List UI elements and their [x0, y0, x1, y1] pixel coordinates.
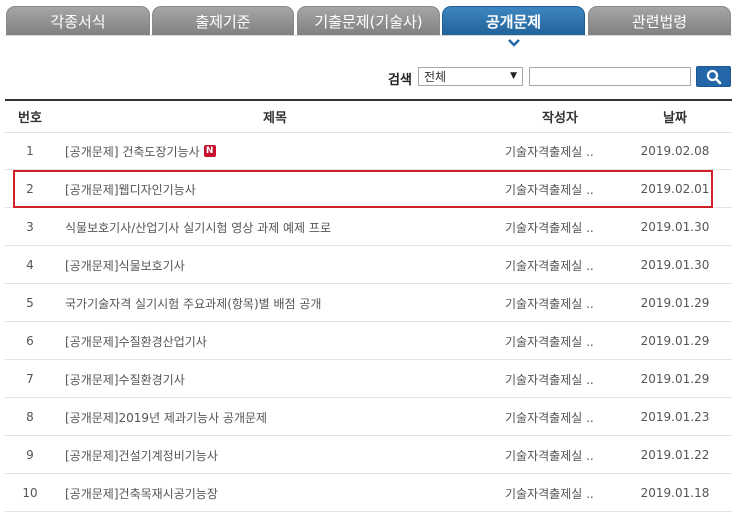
row-date: 2019.01.29 [640, 372, 710, 386]
tab-public-questions[interactable]: 공개문제 [442, 6, 585, 35]
row-date: 2019.02.08 [640, 144, 710, 158]
row-title-link[interactable]: 식물보호기사/산업기사 실기시험 영상 과제 예제 프로 [65, 209, 485, 245]
row-author: 기술자격출제실 .. [505, 258, 594, 273]
row-author: 기술자격출제실 .. [505, 334, 594, 349]
row-title-link[interactable]: [공개문제]수질환경산업기사 [65, 323, 485, 359]
row-num: 9 [26, 448, 34, 462]
table-row: 10 [공개문제]건축목재시공기능장 기술자격출제실 .. 2019.01.18 [5, 475, 732, 512]
row-title-link[interactable]: [공개문제]2019년 제과기능사 공개문제 [65, 399, 485, 435]
row-num: 6 [26, 334, 34, 348]
tab-forms[interactable]: 각종서식 [6, 6, 150, 35]
row-title: [공개문제]수질환경산업기사 [65, 334, 207, 349]
row-date: 2019.01.30 [640, 258, 710, 272]
tab-past-exams[interactable]: 기출문제(기술사) [297, 6, 440, 35]
row-title: [공개문제]2019년 제과기능사 공개문제 [65, 410, 268, 425]
row-title-link[interactable]: [공개문제]건축목재시공기능장 [65, 475, 485, 511]
row-title-link[interactable]: [공개문제]수질환경기사 [65, 361, 485, 397]
tab-label: 출제기준 [195, 12, 251, 31]
row-author: 기술자격출제실 .. [505, 410, 594, 425]
table-row: 1 [공개문제] 건축도장기능사 N 기술자격출제실 .. 2019.02.08 [5, 133, 732, 170]
row-title: [공개문제] 건축도장기능사 [65, 144, 200, 159]
tab-label: 관련법령 [631, 12, 688, 31]
row-title-link[interactable]: [공개문제]웹디자인기능사 [65, 171, 485, 207]
table-row: 9 [공개문제]건설기계정비기능사 기술자격출제실 .. 2019.01.22 [5, 437, 732, 474]
select-value: 전체 [424, 70, 447, 84]
header-date: 날짜 [663, 111, 687, 126]
search-label: 검색 [388, 73, 412, 88]
table-row: 6 [공개문제]수질환경산업기사 기술자격출제실 .. 2019.01.29 [5, 323, 732, 360]
row-title-link[interactable]: 국가기술자격 실기시험 주요과제(항목)별 배점 공개 [65, 285, 485, 321]
row-title-link[interactable]: [공개문제]건설기계정비기능사 [65, 437, 485, 473]
row-author: 기술자격출제실 .. [505, 220, 594, 235]
row-date: 2019.01.30 [640, 220, 710, 234]
row-author: 기술자격출제실 .. [505, 486, 594, 501]
table-row: 7 [공개문제]수질환경기사 기술자격출제실 .. 2019.01.29 [5, 361, 732, 398]
row-num: 10 [22, 486, 38, 500]
row-date: 2019.01.29 [640, 334, 710, 348]
row-num: 2 [26, 182, 34, 196]
dropdown-arrow-icon: ▼ [510, 71, 517, 81]
tab-related-laws[interactable]: 관련법령 [588, 6, 731, 35]
tab-bar: 각종서식 출제기준 기출문제(기술사) 공개문제 관련법령 [0, 6, 739, 35]
table-header: 번호 제목 작성자 날짜 [5, 101, 732, 133]
row-title: [공개문제]수질환경기사 [65, 372, 185, 387]
search-input[interactable] [529, 67, 691, 86]
row-date: 2019.01.22 [640, 448, 710, 462]
table-row: 8 [공개문제]2019년 제과기능사 공개문제 기술자격출제실 .. 2019… [5, 399, 732, 436]
row-author: 기술자격출제실 .. [505, 448, 594, 463]
table-row: 3 식물보호기사/산업기사 실기시험 영상 과제 예제 프로 기술자격출제실 .… [5, 209, 732, 246]
row-author: 기술자격출제실 .. [505, 372, 594, 387]
row-title: [공개문제]웹디자인기능사 [65, 182, 196, 197]
chevron-down-icon [508, 39, 520, 47]
row-num: 5 [26, 296, 34, 310]
tab-label: 공개문제 [485, 12, 542, 31]
table-row: 4 [공개문제]식물보호기사 기술자격출제실 .. 2019.01.30 [5, 247, 732, 284]
row-title: [공개문제]건축목재시공기능장 [65, 486, 218, 501]
search-field-select[interactable]: 전체 ▼ [418, 67, 523, 86]
row-title-link[interactable]: [공개문제] 건축도장기능사 N [65, 133, 485, 169]
row-date: 2019.01.23 [640, 410, 710, 424]
row-num: 3 [26, 220, 34, 234]
search-button[interactable] [696, 66, 731, 87]
tab-label: 각종서식 [50, 12, 106, 31]
header-num: 번호 [18, 111, 42, 126]
row-num: 7 [26, 372, 34, 386]
header-author: 작성자 [542, 111, 578, 126]
row-date: 2019.01.29 [640, 296, 710, 310]
row-date: 2019.01.18 [640, 486, 710, 500]
row-title-link[interactable]: [공개문제]식물보호기사 [65, 247, 485, 283]
row-num: 8 [26, 410, 34, 424]
header-title: 제목 [263, 111, 287, 126]
row-num: 4 [26, 258, 34, 272]
tab-exam-criteria[interactable]: 출제기준 [152, 6, 294, 35]
tab-label: 기출문제(기술사) [314, 12, 423, 31]
row-num: 1 [26, 144, 34, 158]
row-title: 국가기술자격 실기시험 주요과제(항목)별 배점 공개 [65, 296, 322, 311]
row-author: 기술자격출제실 .. [505, 296, 594, 311]
tab-divider [5, 35, 732, 36]
new-badge-icon: N [203, 145, 216, 157]
table-row: 5 국가기술자격 실기시험 주요과제(항목)별 배점 공개 기술자격출제실 ..… [5, 285, 732, 322]
row-author: 기술자격출제실 .. [505, 182, 594, 197]
search-icon [706, 69, 721, 84]
row-title: [공개문제]식물보호기사 [65, 258, 185, 273]
row-author: 기술자격출제실 .. [505, 144, 594, 159]
row-title: 식물보호기사/산업기사 실기시험 영상 과제 예제 프로 [65, 220, 331, 235]
row-title: [공개문제]건설기계정비기능사 [65, 448, 218, 463]
row-date: 2019.02.01 [640, 182, 710, 196]
table-row: 2 [공개문제]웹디자인기능사 기술자격출제실 .. 2019.02.01 [5, 171, 732, 208]
